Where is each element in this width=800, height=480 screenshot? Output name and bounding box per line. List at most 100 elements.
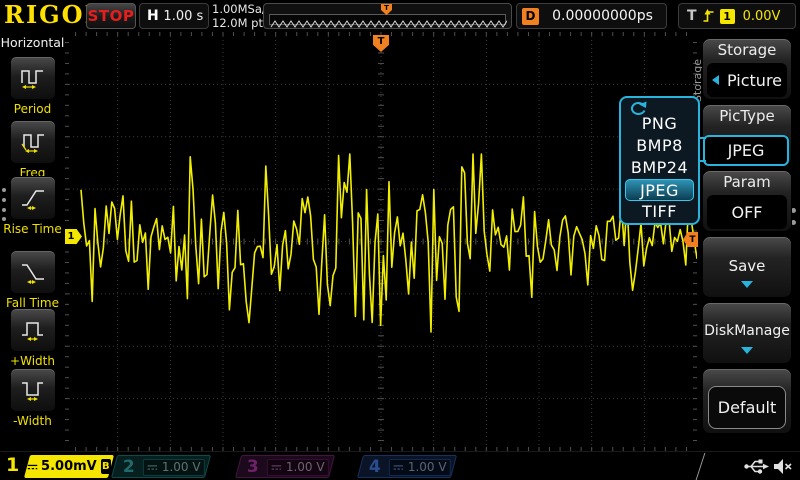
channel3-status[interactable]: 3 1.00 V xyxy=(235,455,335,478)
popup-item-jpeg-selected[interactable]: JPEG xyxy=(625,179,694,201)
menu-page-dot xyxy=(2,217,6,221)
softkey-default[interactable]: Default xyxy=(702,368,792,434)
measure-item-plus-width[interactable]: +Width xyxy=(0,308,65,368)
channel1-waveform xyxy=(81,154,697,332)
measure-item-period[interactable]: Period xyxy=(0,56,65,116)
rise-time-icon xyxy=(20,186,46,210)
fall-time-icon xyxy=(20,260,46,284)
popup-item-tiff[interactable]: TIFF xyxy=(625,201,694,223)
timebase-value: 1.00 s xyxy=(159,9,208,24)
timebase-box[interactable]: H 1.00 s xyxy=(139,3,209,29)
softkey-param[interactable]: Param OFF xyxy=(702,170,792,232)
period-icon xyxy=(20,66,46,90)
softkey-pictype-value[interactable]: JPEG xyxy=(703,135,789,166)
softkey-storage[interactable]: Storage Picture xyxy=(702,38,792,100)
channel4-scale: 1.00 V xyxy=(408,460,447,474)
trigger-level-value: 0.00V xyxy=(743,9,781,24)
speaker-muted-icon xyxy=(772,456,793,477)
trigger-status-box[interactable]: T 1 0.00V xyxy=(678,3,796,29)
channel2-scale-box: 1.00 V xyxy=(143,458,205,475)
softkey-diskmanage[interactable]: DiskManage xyxy=(702,302,792,364)
measure-menu-title: Horizontal xyxy=(0,32,65,50)
measure-item-fall-time[interactable]: Fall Time xyxy=(0,250,65,310)
minus-width-icon xyxy=(20,378,46,402)
pictype-value: JPEG xyxy=(728,141,765,160)
dc-coupling-icon xyxy=(393,462,404,471)
statusbar-divider xyxy=(696,453,706,480)
measure-item-minus-width[interactable]: -Width xyxy=(0,368,65,428)
down-arrow-icon xyxy=(741,281,753,288)
channel4-number: 4 xyxy=(369,457,381,477)
run-state-indicator: STOP xyxy=(86,3,136,29)
softkey-param-value[interactable]: OFF xyxy=(707,195,787,229)
popup-item-bmp8[interactable]: BMP8 xyxy=(625,135,694,157)
channel3-number: 3 xyxy=(247,457,259,477)
softkey-diskmanage-title: DiskManage xyxy=(703,323,791,339)
popup-item-bmp24[interactable]: BMP24 xyxy=(625,157,694,179)
preview-waveform-icon xyxy=(270,18,507,30)
channel4-scale-box: 1.00 V xyxy=(389,458,451,475)
delay-box[interactable]: D 0.00000000ps xyxy=(516,3,667,29)
measure-item-rise-time[interactable]: Rise Time xyxy=(0,176,65,236)
left-measure-menu: Horizontal Period xyxy=(0,32,65,451)
channel2-status[interactable]: 2 1.00 V xyxy=(111,455,211,478)
timebase-prefix: H xyxy=(147,8,159,24)
oscilloscope-screen: RIGOL STOP H 1.00 s 1.00MSa/s 12.0M pts … xyxy=(0,0,800,480)
plus-width-button[interactable] xyxy=(10,308,56,352)
softkey-pictype-title: PicType xyxy=(703,105,791,125)
period-label: Period xyxy=(0,102,65,116)
menu-page-dot xyxy=(2,188,6,192)
popup-connector-line xyxy=(698,137,706,139)
left-arrow-icon xyxy=(712,75,719,85)
rising-edge-icon xyxy=(701,8,716,24)
menu-page-dot xyxy=(2,208,6,212)
delay-value: 0.00000000ps xyxy=(539,8,666,24)
waveform-display-area xyxy=(65,32,697,451)
param-value: OFF xyxy=(732,203,763,222)
dc-coupling-icon xyxy=(147,462,158,471)
menu-page-dot xyxy=(2,198,6,202)
graticule-grid xyxy=(65,32,697,451)
period-button[interactable] xyxy=(10,56,56,100)
plus-width-label: +Width xyxy=(0,354,65,368)
down-arrow-icon xyxy=(741,347,753,354)
measure-item-freq[interactable]: Freq xyxy=(0,120,65,180)
softkey-storage-title: Storage xyxy=(703,39,791,59)
softkey-storage-value[interactable]: Picture xyxy=(707,63,787,97)
storage-type-value: Picture xyxy=(727,71,782,90)
rise-time-label: Rise Time xyxy=(0,222,65,236)
bandwidth-limit-badge: B xyxy=(101,459,111,474)
trigger-prefix: T xyxy=(687,8,697,24)
channel2-number: 2 xyxy=(123,457,135,477)
channel-status-bar: 1 5.00mV B 2 1.00 V xyxy=(0,451,800,480)
pictype-options-list: PNG BMP8 BMP24 JPEG TIFF xyxy=(625,113,694,223)
dc-coupling-icon xyxy=(27,462,38,472)
popup-connector-line xyxy=(698,160,706,162)
channel1-scale: 5.00mV xyxy=(41,459,97,474)
freq-button[interactable] xyxy=(10,120,56,164)
default-button[interactable]: Default xyxy=(708,386,786,429)
channel3-scale: 1.00 V xyxy=(286,460,325,474)
channel2-scale: 1.00 V xyxy=(162,460,201,474)
rise-time-button[interactable] xyxy=(10,176,56,220)
freq-icon xyxy=(20,130,46,154)
channel1-status[interactable]: 5.00mV B xyxy=(24,455,114,478)
channel4-status[interactable]: 4 1.00 V xyxy=(357,455,457,478)
channel1-number: 1 xyxy=(6,454,19,476)
plus-width-icon xyxy=(20,318,46,342)
dc-coupling-icon xyxy=(271,462,282,471)
usb-icon xyxy=(744,457,770,476)
minus-width-label: -Width xyxy=(0,414,65,428)
minus-width-button[interactable] xyxy=(10,368,56,412)
default-label: Default xyxy=(718,398,776,417)
softkey-param-title: Param xyxy=(703,171,791,191)
trigger-source-badge: 1 xyxy=(720,9,735,24)
fall-time-button[interactable] xyxy=(10,250,56,294)
delay-prefix: D xyxy=(522,8,539,25)
softkey-save[interactable]: Save xyxy=(702,236,792,298)
softkey-save-title: Save xyxy=(703,257,791,275)
waveform-preview-window xyxy=(269,14,506,25)
pictype-popup-menu: PNG BMP8 BMP24 JPEG TIFF xyxy=(619,96,700,225)
softkey-pictype[interactable]: PicType JPEG xyxy=(702,104,792,166)
popup-item-png[interactable]: PNG xyxy=(625,113,694,135)
